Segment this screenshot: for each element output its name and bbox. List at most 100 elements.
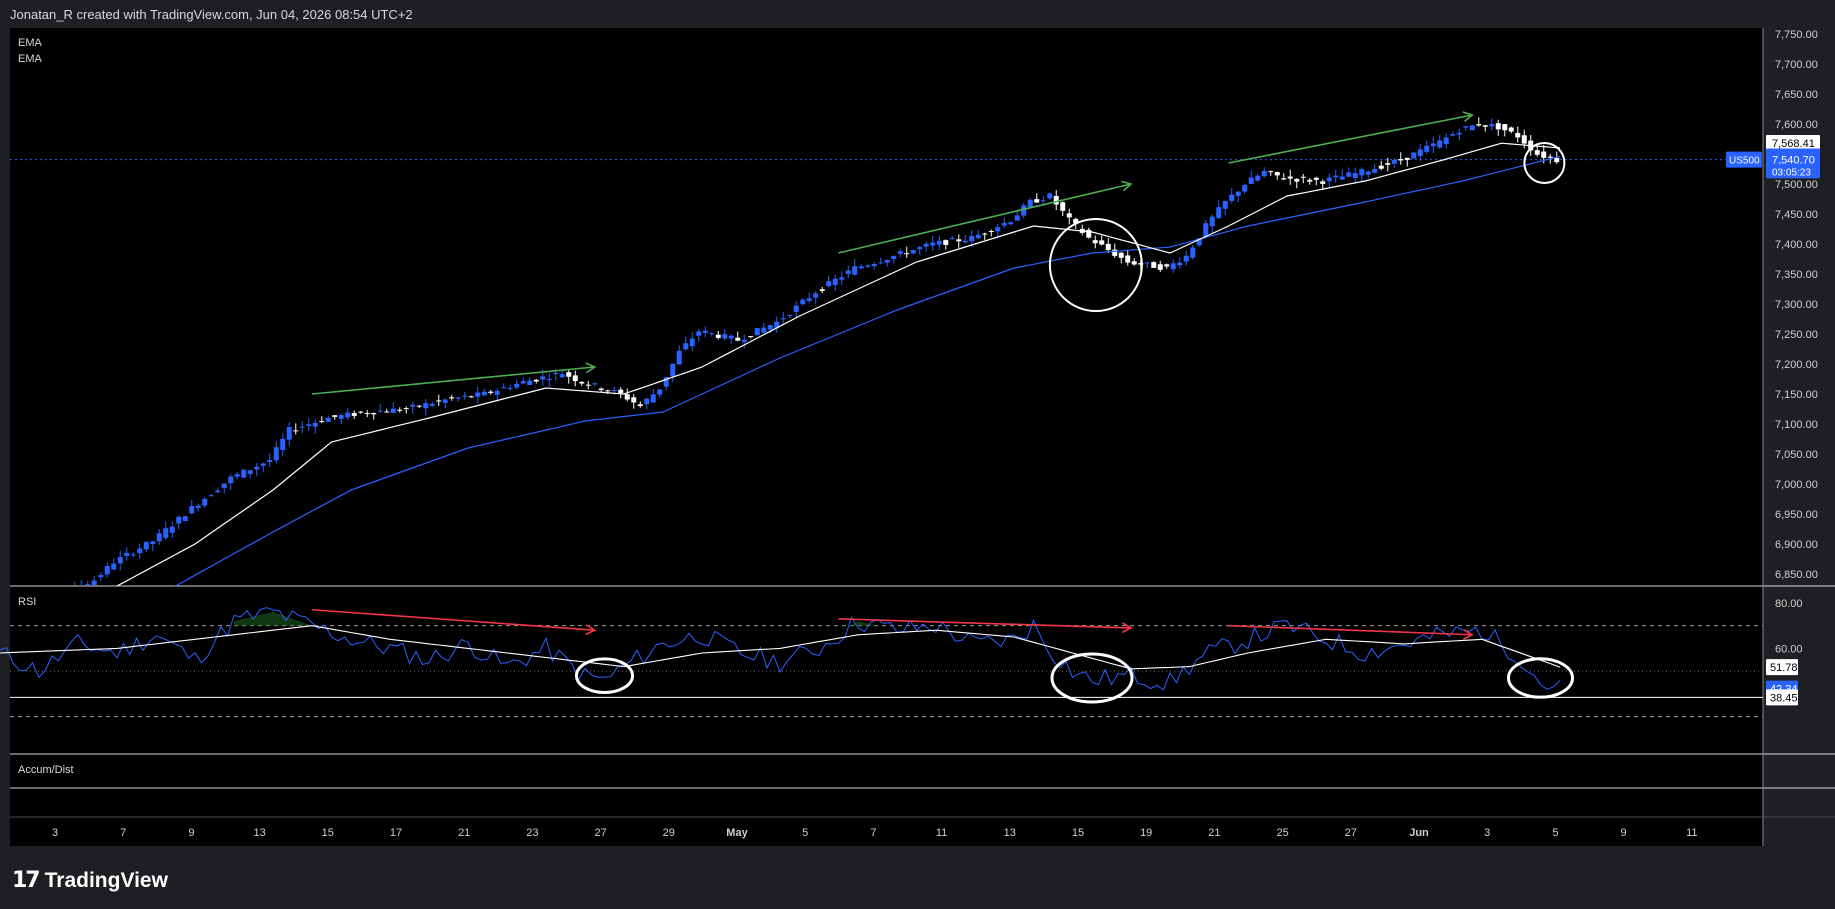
price-candle — [598, 388, 604, 391]
price-candle — [930, 242, 936, 246]
time-tick-label: 17 — [390, 827, 402, 839]
price-candle — [1404, 157, 1410, 160]
symbol-tag-label[interactable]: US500 — [1729, 156, 1760, 167]
price-candle — [137, 548, 143, 554]
price-candle — [767, 325, 773, 330]
price-candle — [1034, 199, 1040, 203]
price-candle — [1014, 215, 1020, 221]
price-candle — [1502, 124, 1508, 131]
price-candle — [130, 554, 136, 556]
price-candle — [650, 394, 656, 403]
price-indicator-label-2[interactable]: EMA — [18, 53, 43, 65]
price-candle — [1242, 184, 1248, 192]
price-candle — [917, 247, 923, 250]
price-candle — [709, 333, 715, 335]
time-tick-label: Jun — [1409, 827, 1429, 839]
footer-bar: 17 TradingView — [0, 848, 1835, 909]
price-candle — [884, 260, 890, 263]
price-candle — [1060, 202, 1066, 211]
price-candle — [878, 262, 884, 264]
price-candle — [1424, 145, 1430, 152]
price-candle — [1554, 157, 1560, 163]
price-candle — [364, 413, 370, 415]
price-candle — [722, 334, 728, 339]
price-candle — [1489, 124, 1495, 127]
time-tick-label: 7 — [120, 827, 126, 839]
rsi-pane-label[interactable]: RSI — [18, 596, 36, 608]
price-candle — [163, 528, 169, 538]
price-candle — [1469, 125, 1475, 131]
price-candle — [618, 389, 624, 393]
price-candle — [488, 391, 494, 393]
price-candle — [1339, 176, 1345, 180]
time-tick-label: 11 — [936, 827, 947, 839]
price-candle — [436, 400, 442, 402]
price-candle — [1151, 262, 1157, 268]
price-indicator-label-1[interactable]: EMA — [18, 37, 43, 49]
price-candle — [1229, 194, 1235, 201]
price-tick-label: 7,250.00 — [1775, 329, 1818, 341]
price-candle — [852, 266, 858, 275]
price-tick-label: 7,350.00 — [1775, 269, 1818, 281]
price-candle — [806, 298, 812, 301]
time-tick-label: 11 — [1686, 827, 1697, 839]
price-candle — [1398, 159, 1404, 161]
price-candle — [1534, 150, 1540, 155]
price-candle — [858, 266, 864, 269]
price-candle — [1235, 191, 1241, 196]
price-candle — [267, 460, 273, 463]
price-candle — [533, 379, 539, 382]
price-candle — [1541, 151, 1547, 158]
price-candle — [1476, 124, 1482, 126]
accum-dist-pane-label[interactable]: Accum/Dist — [18, 764, 74, 776]
price-candle — [247, 470, 253, 474]
price-candle — [975, 234, 981, 239]
price-candle — [202, 498, 208, 506]
time-tick-label: 9 — [188, 827, 194, 839]
price-candle — [293, 430, 299, 432]
price-candle — [748, 336, 754, 338]
chart-canvas[interactable]: 7,750.007,700.007,650.007,600.007,550.00… — [0, 28, 1835, 848]
price-tick-label: 7,050.00 — [1775, 449, 1818, 461]
price-candle — [423, 403, 429, 409]
chart-frame[interactable]: 7,750.007,700.007,650.007,600.007,550.00… — [0, 28, 1835, 848]
price-candle — [234, 474, 240, 477]
price-candle — [1144, 262, 1150, 264]
rsi-tick-label: 80.00 — [1775, 598, 1803, 610]
price-candle — [936, 240, 942, 245]
price-candle — [754, 328, 760, 336]
price-candle — [91, 580, 97, 585]
price-candle — [579, 381, 585, 384]
price-candle — [280, 438, 286, 451]
price-candle — [605, 390, 611, 392]
price-candle — [611, 390, 617, 392]
price-candle — [1515, 132, 1521, 138]
price-candle — [1131, 261, 1137, 265]
price-candle — [1209, 216, 1215, 227]
price-candle — [1040, 200, 1046, 202]
price-candle — [514, 383, 520, 388]
price-candle — [1216, 207, 1222, 219]
price-tick-label: 7,300.00 — [1775, 299, 1818, 311]
price-candle — [182, 516, 188, 521]
attribution-bar: Jonatan_R created with TradingView.com, … — [0, 0, 1835, 28]
price-candle — [969, 235, 975, 242]
price-candle — [657, 389, 663, 395]
tradingview-logo[interactable]: 17 TradingView — [12, 868, 168, 893]
time-tick-label: 13 — [253, 827, 265, 839]
price-candle — [891, 255, 897, 260]
price-tick-label: 7,150.00 — [1775, 389, 1818, 401]
price-candle — [507, 388, 513, 390]
price-candle — [442, 399, 448, 403]
price-candle — [481, 391, 487, 396]
price-candle — [1547, 156, 1553, 158]
price-candle — [1261, 171, 1267, 177]
time-tick-label: 5 — [1552, 827, 1558, 839]
rsi-label: 51.78 — [1770, 662, 1798, 674]
price-candle — [397, 409, 403, 411]
price-candle — [1359, 169, 1365, 176]
price-label: 03:05:23 — [1772, 167, 1811, 178]
price-candle — [1027, 199, 1033, 208]
price-candle — [1170, 263, 1176, 270]
price-candle — [871, 263, 877, 267]
